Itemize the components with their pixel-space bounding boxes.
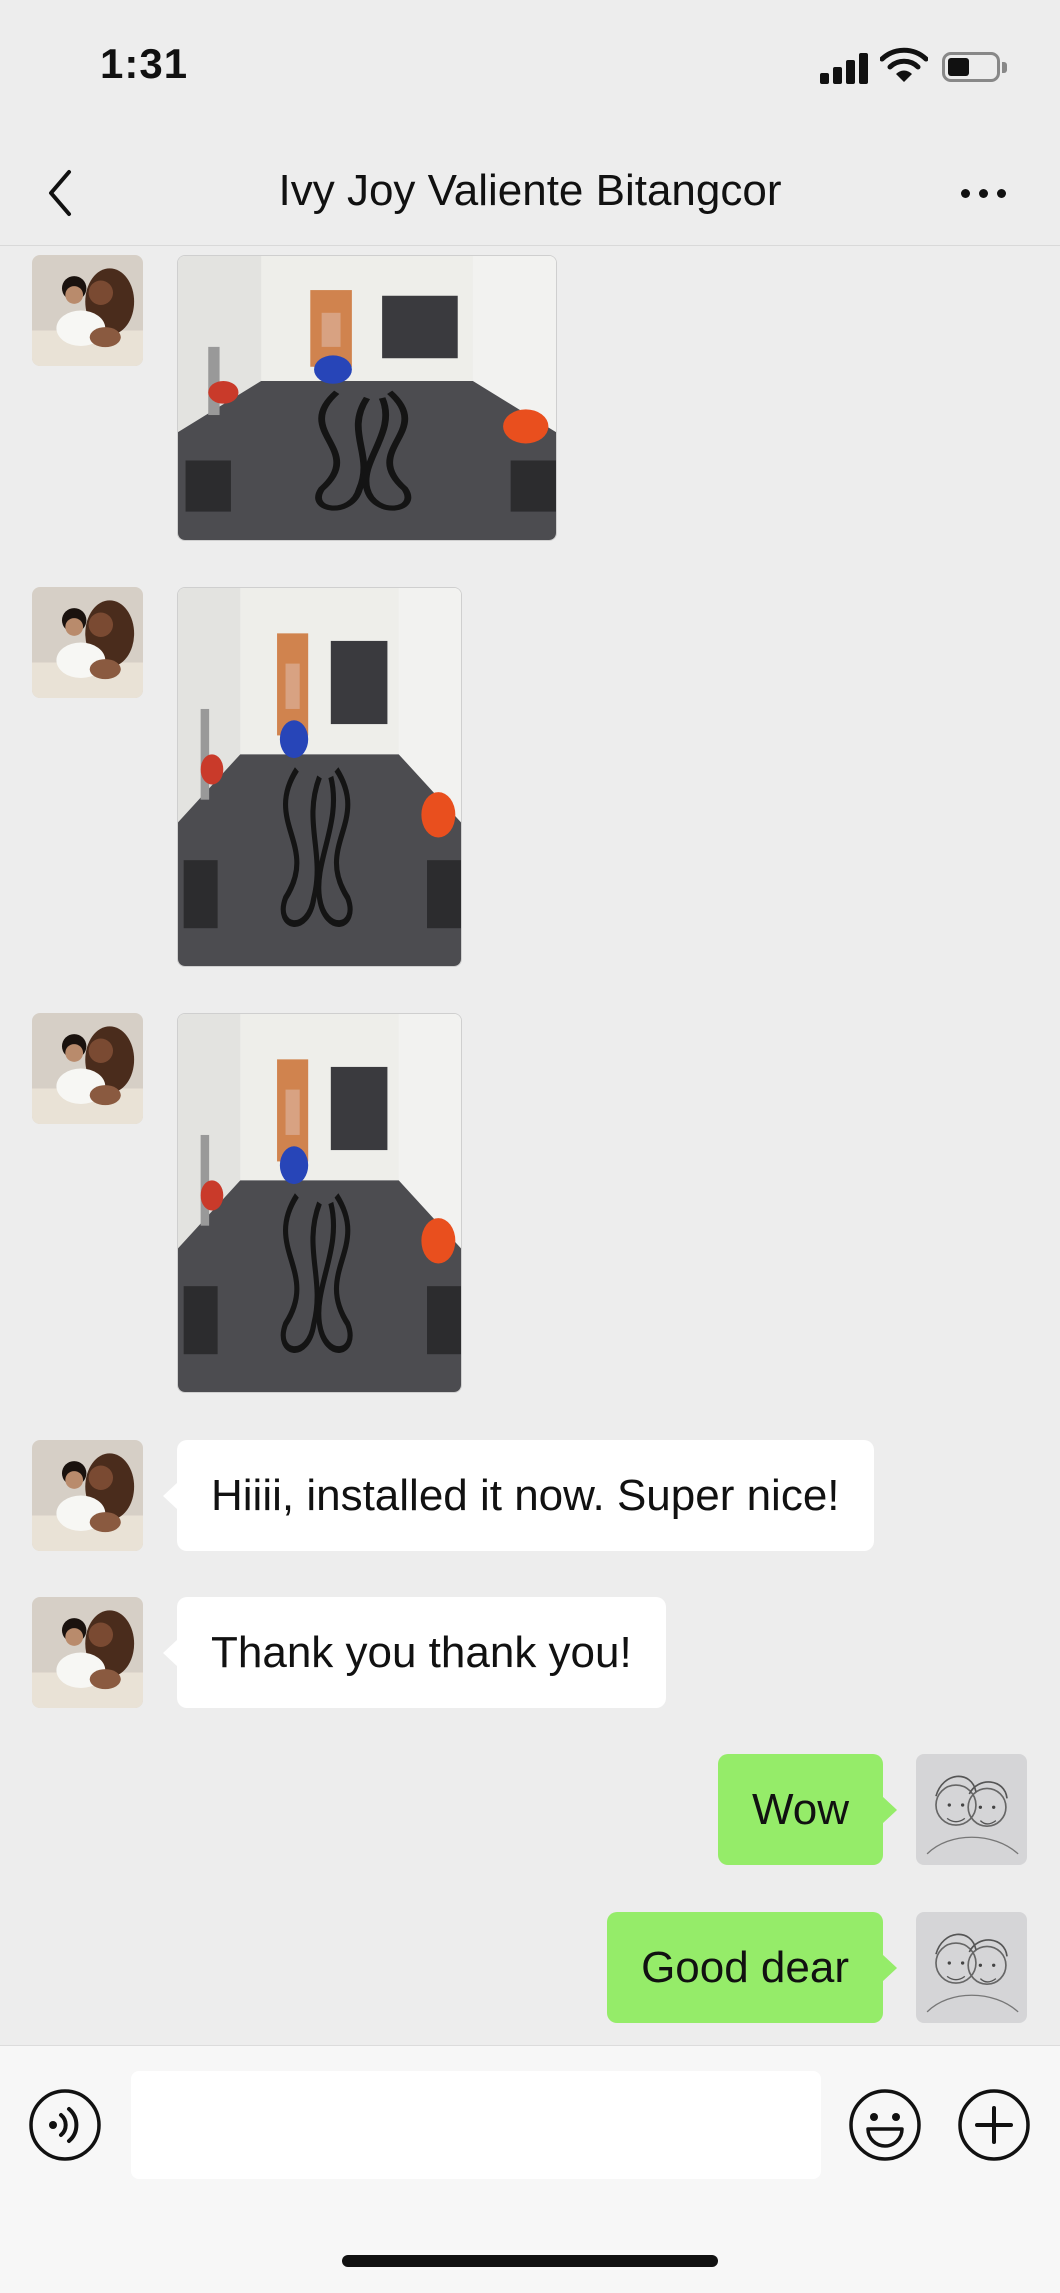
more-dots-icon bbox=[960, 188, 970, 198]
my-avatar[interactable] bbox=[916, 1754, 1027, 1865]
contact-avatar[interactable] bbox=[32, 587, 143, 698]
plus-icon[interactable] bbox=[957, 2088, 1031, 2162]
chevron-left-icon bbox=[49, 170, 71, 216]
voice-icon[interactable] bbox=[28, 2088, 102, 2162]
contact-avatar[interactable] bbox=[32, 1013, 143, 1124]
image-message[interactable] bbox=[177, 587, 462, 967]
battery-icon bbox=[942, 52, 1000, 82]
gym-photo bbox=[178, 256, 556, 540]
contact-avatar[interactable] bbox=[32, 1440, 143, 1551]
chat-header: Ivy Joy Valiente Bitangcor bbox=[0, 140, 1060, 246]
gym-photo bbox=[178, 588, 461, 966]
outgoing-message-bubble[interactable]: Wow bbox=[718, 1754, 897, 1865]
message-text: Hiiii, installed it now. Super nice! bbox=[211, 1470, 840, 1520]
image-message[interactable] bbox=[177, 1013, 462, 1393]
wifi-icon bbox=[880, 47, 928, 82]
cellular-signal-icon bbox=[820, 52, 870, 84]
message-text: Wow bbox=[752, 1784, 849, 1834]
my-avatar[interactable] bbox=[916, 1912, 1027, 2023]
status-time: 1:31 bbox=[100, 40, 189, 87]
battery-level bbox=[948, 58, 969, 76]
gym-photo bbox=[178, 1014, 461, 1392]
status-bar: 1:31 bbox=[0, 0, 1060, 140]
message-text: Good dear bbox=[641, 1942, 849, 1992]
message-input[interactable] bbox=[131, 2071, 821, 2179]
outgoing-message-bubble[interactable]: Good dear bbox=[607, 1912, 897, 2023]
chat-title: Ivy Joy Valiente Bitangcor bbox=[278, 166, 782, 215]
home-indicator[interactable] bbox=[342, 2255, 718, 2267]
contact-avatar[interactable] bbox=[32, 1597, 143, 1708]
incoming-message-bubble[interactable]: Hiiii, installed it now. Super nice! bbox=[163, 1440, 874, 1551]
back-button[interactable] bbox=[30, 158, 90, 228]
battery-cap bbox=[1002, 62, 1007, 73]
incoming-message-bubble[interactable]: Thank you thank you! bbox=[163, 1597, 666, 1708]
message-text: Thank you thank you! bbox=[211, 1627, 632, 1677]
emoji-icon[interactable] bbox=[848, 2088, 922, 2162]
contact-avatar[interactable] bbox=[32, 255, 143, 366]
image-message[interactable] bbox=[177, 255, 557, 541]
more-options-button[interactable] bbox=[950, 168, 1016, 218]
chat-screen: 1:31 Ivy Joy Valiente Bitangcor Hiiii, i… bbox=[0, 0, 1060, 2293]
